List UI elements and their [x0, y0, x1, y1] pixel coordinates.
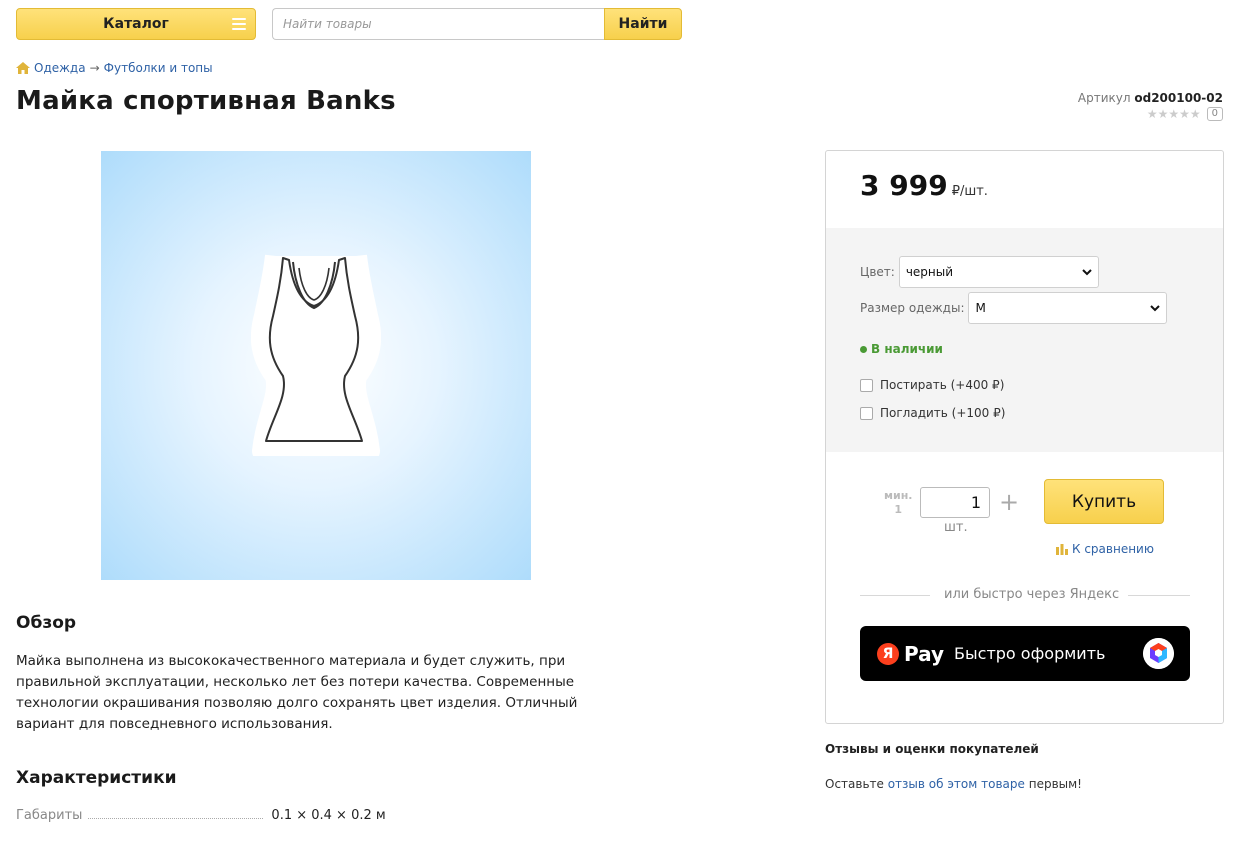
min-quantity: мин. 1	[884, 489, 912, 517]
spec-value: 0.1 × 0.4 × 0.2 м	[271, 808, 386, 823]
bar-chart-icon	[1056, 543, 1068, 555]
sku-value: od200100-02	[1134, 91, 1223, 105]
page-title: Майка спортивная Banks	[16, 86, 396, 116]
price-unit: ₽/шт.	[951, 184, 988, 199]
reviews-title: Отзывы и оценки покупателей	[825, 742, 1039, 756]
sku: Артикул od200100-02	[1078, 91, 1223, 105]
iron-label: Погладить (+100 ₽)	[880, 406, 1006, 420]
review-count-badge: 0	[1206, 107, 1223, 121]
wash-checkbox[interactable]	[860, 378, 873, 392]
rating-stars-icon: ★★★★★	[1146, 107, 1201, 121]
service-wash[interactable]: Постирать (+400 ₽)	[860, 378, 1004, 392]
breadcrumb: Одежда → Футболки и топы	[16, 61, 213, 75]
write-review-link[interactable]: отзыв об этом товаре	[888, 777, 1025, 791]
color-option: Цвет: черный	[860, 256, 1099, 288]
cube-icon	[1143, 638, 1174, 669]
options-area: Цвет: черный Размер одежды: M В наличии …	[826, 228, 1223, 452]
price: 3 999 ₽/шт.	[860, 169, 988, 202]
menu-icon	[232, 18, 246, 30]
min-value: 1	[894, 503, 903, 516]
stock-label: В наличии	[871, 342, 943, 356]
price-amount: 3 999	[860, 169, 948, 202]
divider-left	[860, 595, 930, 596]
size-select[interactable]: M	[968, 292, 1168, 324]
plus-icon[interactable]: +	[999, 487, 1019, 517]
chevron-down-icon	[1082, 269, 1092, 276]
pay-word: Pay	[904, 641, 945, 666]
chevron-down-icon	[1150, 305, 1161, 312]
divider-text: или быстро через Яндекс	[944, 587, 1120, 602]
quantity-input[interactable]: 1	[920, 487, 990, 518]
size-option: Размер одежды: M	[860, 292, 1168, 324]
tank-top-icon	[251, 254, 381, 456]
min-label: мин.	[884, 489, 913, 502]
yandex-pay-label: Быстро оформить	[954, 644, 1106, 663]
catalog-button[interactable]: Каталог	[16, 8, 256, 40]
iron-checkbox[interactable]	[860, 406, 873, 420]
breadcrumb-separator: →	[89, 61, 100, 75]
search-button[interactable]: Найти	[604, 8, 682, 40]
catalog-label: Каталог	[103, 16, 169, 32]
overview-text: Майка выполнена из высококачественного м…	[16, 653, 578, 732]
yandex-logo-icon: Я	[877, 642, 899, 665]
home-icon[interactable]	[16, 62, 30, 74]
overview-heading: Обзор	[16, 613, 77, 633]
sku-label: Артикул	[1077, 91, 1131, 105]
quantity-unit: шт.	[944, 520, 968, 535]
yandex-pay-button[interactable]: Я Pay Быстро оформить	[860, 626, 1190, 681]
size-label: Размер одежды:	[860, 301, 965, 315]
spec-dots-divider	[88, 818, 264, 819]
search-input[interactable]: Найти товары	[272, 8, 606, 40]
breadcrumb-link-clothing[interactable]: Одежда	[34, 61, 86, 75]
reviews-prefix: Оставьте	[825, 777, 888, 791]
spec-name: Габариты	[16, 808, 83, 823]
stock-status: В наличии	[860, 342, 943, 356]
spec-row: Габариты 0.1 × 0.4 × 0.2 м	[16, 808, 576, 823]
breadcrumb-link-tshirts[interactable]: Футболки и топы	[104, 61, 213, 75]
color-select-value: черный	[905, 265, 954, 279]
buy-button[interactable]: Купить	[1044, 479, 1164, 524]
compare-label: К сравнению	[1072, 542, 1154, 556]
color-label: Цвет:	[860, 265, 895, 279]
size-select-value: M	[975, 301, 986, 315]
rating[interactable]: ★★★★★ 0	[1147, 107, 1223, 121]
compare-link[interactable]: К сравнению	[1056, 542, 1154, 556]
color-select[interactable]: черный	[898, 256, 1099, 288]
reviews-text: Оставьте отзыв об этом товаре первым!	[825, 777, 1082, 791]
specs-heading: Характеристики	[16, 768, 177, 788]
stock-dot-icon	[860, 345, 867, 353]
product-image[interactable]	[101, 151, 531, 580]
reviews-suffix: первым!	[1024, 777, 1082, 791]
service-iron[interactable]: Погладить (+100 ₽)	[860, 406, 1005, 420]
wash-label: Постирать (+400 ₽)	[880, 378, 1005, 392]
divider-right	[1128, 595, 1190, 596]
buy-panel: 3 999 ₽/шт. Цвет: черный Размер одежды: …	[825, 150, 1224, 724]
